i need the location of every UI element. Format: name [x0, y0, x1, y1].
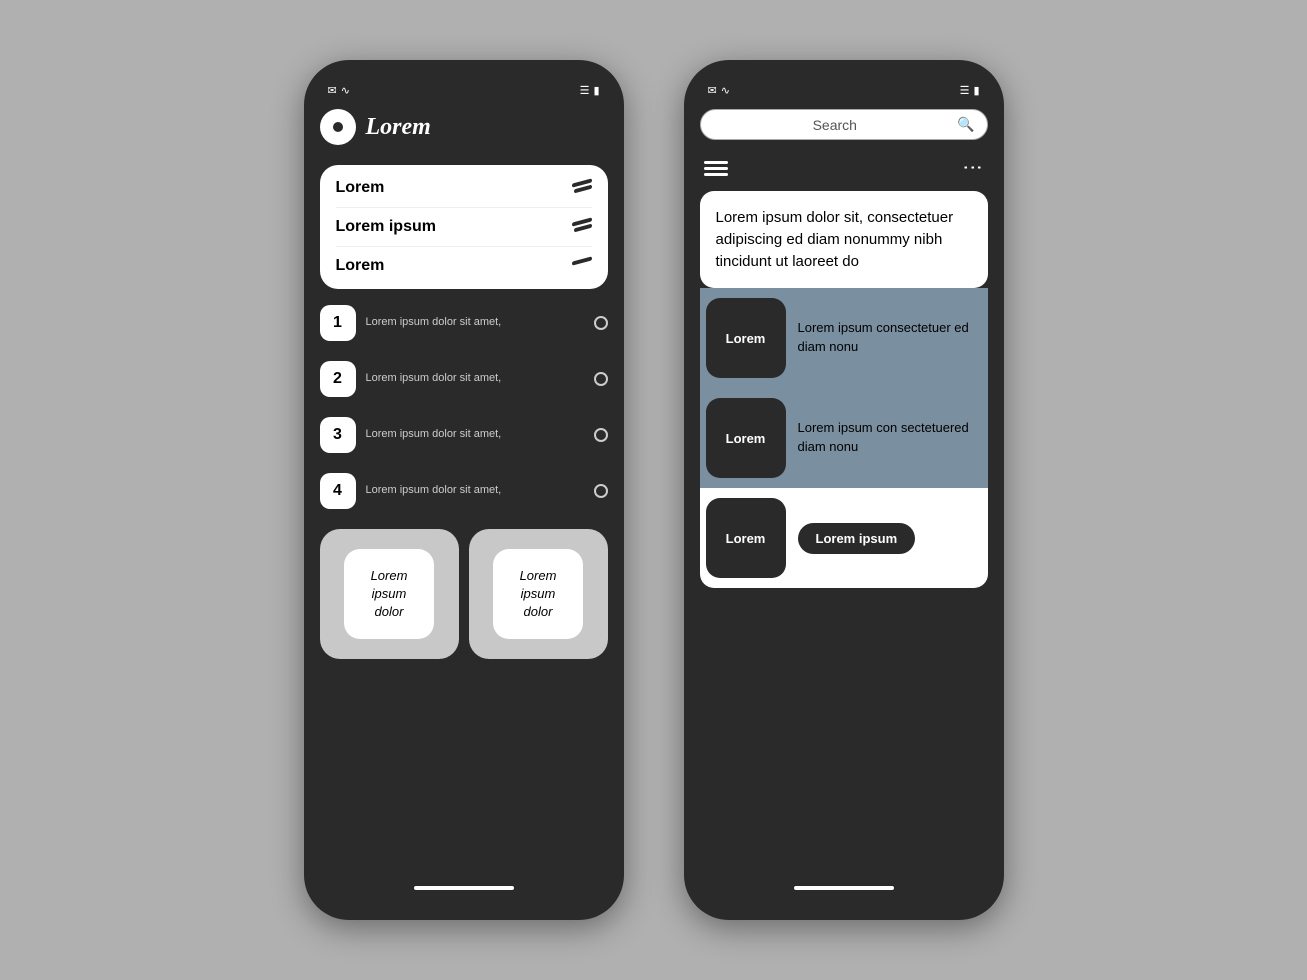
list-number-2: 2 [320, 361, 356, 397]
chevron-icon-1 [572, 181, 592, 195]
tiles-row: Loremipsumdolor Loremipsumdolor [320, 529, 608, 659]
battery-icon-2: ▮ [973, 84, 979, 97]
hamburger-icon[interactable] [704, 161, 728, 176]
phone-1: ✉ ∿ ☰ ▮ Lorem Lorem L [304, 60, 624, 920]
wifi-icon: ∿ [341, 84, 350, 97]
list-toggle-2[interactable] [594, 372, 608, 386]
chevron-icon-3 [572, 259, 592, 273]
list-item-3[interactable]: 3 Lorem ipsum dolor sit amet, [320, 413, 608, 457]
separator-1 [336, 207, 592, 208]
list-toggle-4[interactable] [594, 484, 608, 498]
list-item-2[interactable]: 2 Lorem ipsum dolor sit amet, [320, 357, 608, 401]
tile-label-2: Loremipsumdolor [493, 549, 583, 639]
hamburger-bar [704, 173, 728, 176]
menu-label-2: Lorem ipsum [336, 218, 436, 236]
list-text-4: Lorem ipsum dolor sit amet, [366, 483, 584, 498]
menu-row-3: Lorem [336, 257, 592, 275]
logo-circle [320, 109, 356, 145]
tile-label-1: Loremipsumdolor [344, 549, 434, 639]
phone2-content: Search 🔍 ⋮ Lorem ipsum dolor sit, consec… [700, 105, 988, 876]
content-thumb-1: Lorem [706, 298, 786, 378]
thumb-label-3: Lorem [726, 531, 766, 546]
list-toggle-3[interactable] [594, 428, 608, 442]
content-item-3[interactable]: Lorem Lorem ipsum [700, 488, 988, 588]
content-list: Lorem Lorem ipsum consectetuer ed diam n… [700, 288, 988, 876]
hamburger-bar [704, 167, 728, 170]
more-options-icon[interactable]: ⋮ [960, 158, 985, 180]
content-item-1[interactable]: Lorem Lorem ipsum consectetuer ed diam n… [700, 288, 988, 388]
content-thumb-3: Lorem [706, 498, 786, 578]
app-title: Lorem [366, 114, 431, 141]
msg-icon-2: ✉ [708, 84, 717, 97]
menu-label-1: Lorem [336, 179, 385, 197]
list-number-4: 4 [320, 473, 356, 509]
menu-label-3: Lorem [336, 257, 385, 275]
phone1-content: Lorem Lorem Lorem ipsum Lorem [320, 105, 608, 876]
hero-card: Lorem ipsum dolor sit, consectetuer adip… [700, 191, 988, 288]
phone-2: ✉ ∿ ☰ ▮ Search 🔍 ⋮ Lorem ipsum dol [684, 60, 1004, 920]
content-text-1: Lorem ipsum consectetuer ed diam nonu [798, 319, 982, 357]
battery-icon: ▮ [593, 84, 599, 97]
list-text-2: Lorem ipsum dolor sit amet, [366, 371, 584, 386]
search-bar[interactable]: Search 🔍 [700, 109, 988, 140]
logo-dot [333, 122, 343, 132]
status-bar-2: ✉ ∿ ☰ ▮ [700, 80, 988, 105]
hamburger-bar [704, 161, 728, 164]
hero-text: Lorem ipsum dolor sit, consectetuer adip… [716, 207, 972, 272]
thumb-label-2: Lorem [726, 431, 766, 446]
nav-row: ⋮ [700, 148, 988, 191]
menu-row-1: Lorem [336, 179, 592, 197]
signal-icon: ☰ [580, 84, 590, 97]
list-item-4[interactable]: 4 Lorem ipsum dolor sit amet, [320, 469, 608, 513]
content-thumb-2: Lorem [706, 398, 786, 478]
msg-icon: ✉ [328, 84, 337, 97]
signal-icon-2: ☰ [960, 84, 970, 97]
search-bar-wrap: Search 🔍 [700, 105, 988, 148]
tile-2[interactable]: Loremipsumdolor [469, 529, 608, 659]
list-item-1[interactable]: 1 Lorem ipsum dolor sit amet, [320, 301, 608, 345]
search-icon: 🔍 [957, 116, 974, 133]
phone1-header: Lorem [320, 105, 608, 153]
wifi-icon-2: ∿ [721, 84, 730, 97]
search-placeholder: Search [713, 117, 958, 133]
home-indicator-2 [794, 886, 894, 890]
list-text-3: Lorem ipsum dolor sit amet, [366, 427, 584, 442]
separator-2 [336, 246, 592, 247]
list-number-1: 1 [320, 305, 356, 341]
menu-card: Lorem Lorem ipsum Lorem [320, 165, 608, 289]
content-text-2: Lorem ipsum con sectetuered diam nonu [798, 419, 982, 457]
content-button[interactable]: Lorem ipsum [798, 523, 916, 554]
list-text-1: Lorem ipsum dolor sit amet, [366, 315, 584, 330]
chevron-icon-2 [572, 220, 592, 234]
home-indicator-1 [414, 886, 514, 890]
list-toggle-1[interactable] [594, 316, 608, 330]
menu-row-2: Lorem ipsum [336, 218, 592, 236]
list-number-3: 3 [320, 417, 356, 453]
content-item-2[interactable]: Lorem Lorem ipsum con sectetuered diam n… [700, 388, 988, 488]
thumb-label-1: Lorem [726, 331, 766, 346]
status-bar-1: ✉ ∿ ☰ ▮ [320, 80, 608, 105]
tile-1[interactable]: Loremipsumdolor [320, 529, 459, 659]
